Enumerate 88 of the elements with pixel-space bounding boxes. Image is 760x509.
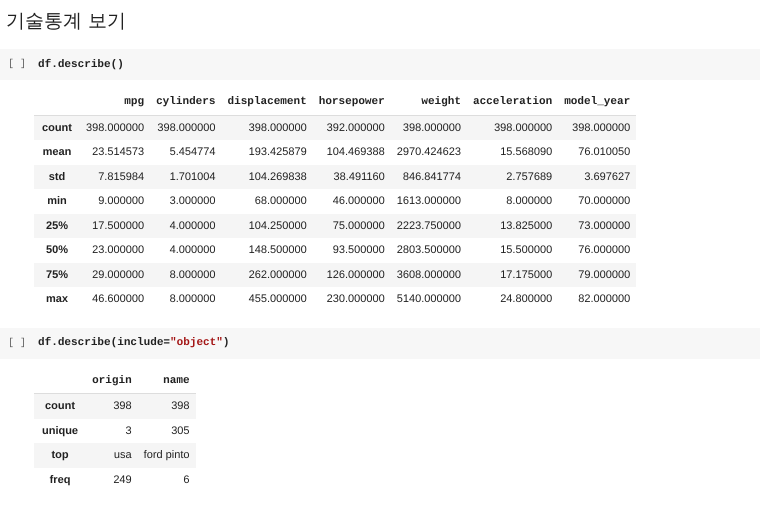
row-header: std [34,164,80,189]
table-cell: 398 [86,394,138,418]
table-cell: 38.491160 [312,164,391,189]
column-header: displacement [222,90,313,115]
table-cell: 15.500000 [466,238,558,262]
code-line: df.describe(include="object") [38,337,230,349]
table-cell: 148.500000 [222,238,313,262]
row-header: max [34,287,80,312]
table-cell: usa [86,443,138,468]
table-cell: 846.841774 [390,164,467,189]
table-cell: 8.000000 [150,287,222,312]
table-cell: 398.000000 [150,115,222,140]
column-header: cylinders [150,90,222,115]
table-cell: 46.600000 [80,287,150,312]
table-cell: 398.000000 [558,115,636,140]
table-cell: 230.000000 [312,287,391,312]
table-cell: 3608.000000 [390,262,467,287]
table-cell: 23.514573 [80,140,150,164]
table-cell: ford pinto [138,443,196,468]
table-cell: 8.000000 [466,189,558,214]
section-heading: 기술통계 보기 [5,9,128,34]
table-cell: 262.000000 [222,262,313,287]
column-header: weight [390,90,467,115]
table-cell: 76.010050 [558,140,636,164]
table-cell: 104.250000 [222,214,313,238]
row-header: 25% [34,214,80,238]
table-cell: 13.825000 [466,214,558,238]
table-cell: 79.000000 [558,262,636,287]
row-header: count [34,394,86,418]
row-header: min [34,189,80,214]
table-cell: 2.757689 [466,164,558,189]
table-cell: 17.175000 [466,262,558,287]
table-cell: 193.425879 [222,140,313,164]
table-cell: 75.000000 [312,214,391,238]
table-cell: 68.000000 [222,189,313,214]
table-cell: 46.000000 [312,189,391,214]
table-cell: 398.000000 [80,115,150,140]
table-cell: 8.000000 [150,262,222,287]
table-cell: 76.000000 [558,238,636,262]
row-header: count [34,115,80,140]
row-header: mean [34,140,80,164]
table-cell: 1613.000000 [390,189,467,214]
table-cell: 3.697627 [558,164,636,189]
table-cell: 5.454774 [150,140,222,164]
table-cell: 398.000000 [390,115,467,140]
table-cell: 455.000000 [222,287,313,312]
table-cell: 3.000000 [150,189,222,214]
table-cell: 398.000000 [466,115,558,140]
table-cell: 17.500000 [80,214,150,238]
column-header: acceleration [466,90,558,115]
table-cell: 9.000000 [80,189,150,214]
table-cell: 398 [138,394,196,418]
table-cell: 2803.500000 [390,238,467,262]
table-cell: 398.000000 [222,115,313,140]
table-cell: 126.000000 [312,262,391,287]
table-cell: 4.000000 [150,214,222,238]
table-cell: 104.469388 [312,140,391,164]
table-cell: 23.000000 [80,238,150,262]
row-header: top [34,443,86,468]
table-cell: 6 [138,468,196,492]
table-cell: 5140.000000 [390,287,467,312]
table-cell: 2970.424623 [390,140,467,164]
column-header: mpg [80,90,150,115]
run-prompt[interactable]: [ ] [8,59,26,70]
table-cell: 4.000000 [150,238,222,262]
table-cell: 70.000000 [558,189,636,214]
table-cell: 82.000000 [558,287,636,312]
table-cell: 24.800000 [466,287,558,312]
row-header: 50% [34,238,80,262]
table-cell: 2223.750000 [390,214,467,238]
run-prompt[interactable]: [ ] [8,338,26,348]
table-cell: 15.568090 [466,140,558,164]
table-cell: 29.000000 [80,262,150,287]
table-cell: 249 [86,468,138,492]
column-header: horsepower [312,90,391,115]
table-cell: 3 [86,418,138,443]
column-header: model_year [558,90,636,115]
table-cell: 93.500000 [312,238,391,262]
row-header: 75% [34,262,80,287]
code-line: df.describe() [38,58,124,70]
table-cell: 73.000000 [558,214,636,238]
row-header: unique [34,418,86,443]
row-header: freq [34,468,86,492]
table-cell: 305 [138,418,196,443]
table-cell: 392.000000 [312,115,391,140]
table-cell: 7.815984 [80,164,150,189]
table-cell: 104.269838 [222,164,313,189]
table-cell: 1.701004 [150,164,222,189]
